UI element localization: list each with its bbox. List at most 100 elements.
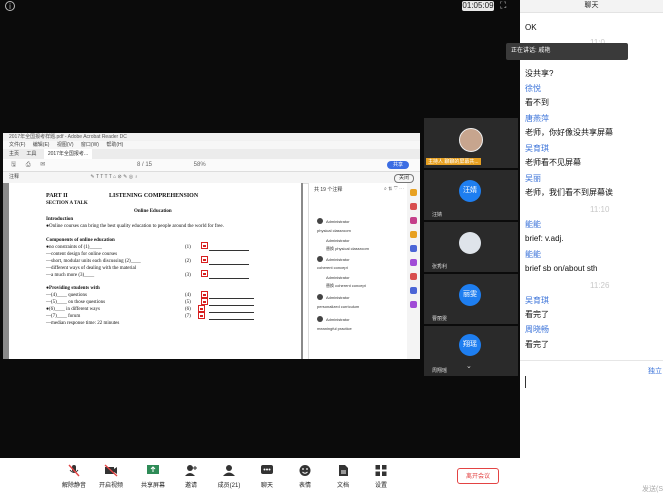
share-screen-icon xyxy=(147,465,159,474)
comment-marker-icon[interactable] xyxy=(201,270,208,277)
share-screen-button[interactable]: 共享屏幕 xyxy=(135,464,171,489)
comment-author: Administrator xyxy=(326,317,350,322)
comment-avatar-icon xyxy=(317,218,323,224)
tool-icon[interactable] xyxy=(410,259,417,266)
doc-prov-line: —median response time: 22 minutes xyxy=(46,321,120,326)
tool-icon[interactable] xyxy=(410,273,417,280)
chat-message: 老师，你好像没共享屏幕 xyxy=(525,128,613,137)
comment-avatar-icon xyxy=(317,256,323,262)
comment-author: Administrator xyxy=(326,219,350,224)
answer-line xyxy=(209,305,254,306)
chat-sender: 吴育琪 xyxy=(525,144,549,153)
private-chat-link[interactable]: 独立 xyxy=(648,366,662,376)
tab-tools[interactable]: 工具 xyxy=(26,149,36,159)
doc-part: PART II xyxy=(46,193,68,199)
comments-panel: 共 19 个注释 ⌕ ⇅ ▽ ⋯ Administrator physical … xyxy=(308,183,409,359)
participant-tile[interactable]: 张秀利 xyxy=(424,222,518,272)
pdf-share-button[interactable]: 共享 xyxy=(387,161,409,169)
documents-button[interactable]: 文档 xyxy=(325,464,361,489)
pdf-close-button[interactable]: 关闭 xyxy=(394,174,414,183)
avatar: 汪婧 xyxy=(459,180,481,202)
comment-marker-icon[interactable] xyxy=(201,242,208,249)
tool-icon[interactable] xyxy=(410,189,417,196)
tool-icon[interactable] xyxy=(410,301,417,308)
chevron-down-icon[interactable]: ⌄ xyxy=(466,362,472,370)
participant-name: 汪婧 xyxy=(432,212,443,218)
comment-marker-icon[interactable] xyxy=(201,291,208,298)
answer-number: (5) xyxy=(185,300,191,305)
comment-author: Administrator xyxy=(326,238,350,243)
emoji-button[interactable]: 表情 xyxy=(287,464,323,489)
comment-text[interactable]: meaningful practice xyxy=(317,326,352,331)
answer-line xyxy=(209,278,249,279)
comment-marker-icon[interactable] xyxy=(198,305,205,312)
chat-message: 看不到 xyxy=(525,98,549,107)
chat-sender: 徐悦 xyxy=(525,84,541,93)
leave-meeting-button[interactable]: 离开会议 xyxy=(457,468,499,484)
participant-name: 张秀利 xyxy=(432,264,448,270)
chat-panel: 陈 OK 11:0 没共享? 徐悦 看不到 唐燕萍 老师，你好像没共享屏幕 吴育… xyxy=(520,0,663,495)
pdf-toolbar: 🖫 ⎙ ✉ 8 / 15 58% xyxy=(3,159,420,172)
tab-document[interactable]: 2017年全国报考... xyxy=(43,149,93,159)
invite-button[interactable]: 邀请 xyxy=(173,464,209,489)
comment-text[interactable]: coherent concept xyxy=(317,265,348,270)
comment-marker-icon[interactable] xyxy=(201,256,208,263)
comment-text[interactable]: personalized curriculum xyxy=(317,304,359,309)
chat-sender: 能能 xyxy=(525,250,541,259)
pdf-tabs: 主页 工具 2017年全国报考... xyxy=(3,149,420,159)
annotation-tools-icon[interactable]: ✎ T T T T ⌂ ⊘ ✎ ◎ ♁ xyxy=(90,174,138,180)
chat-input[interactable] xyxy=(523,372,643,482)
menu-file[interactable]: 文件(F) xyxy=(9,142,25,148)
doc-prov-line: —(7)____ forum xyxy=(46,314,81,319)
save-icon[interactable]: 🖫 xyxy=(11,162,16,168)
menu-edit[interactable]: 编辑(E) xyxy=(33,142,50,148)
answer-number: (3) xyxy=(185,273,191,278)
participant-tile-host[interactable]: 主持人 聊聊的屏幕共... xyxy=(424,118,518,168)
participant-tile[interactable]: 汪婧 汪婧 xyxy=(424,170,518,220)
answer-line xyxy=(209,312,254,313)
comment-text[interactable]: 替换 coherent concept xyxy=(326,283,366,289)
print-icon[interactable]: ⎙ xyxy=(26,162,31,168)
tool-icon[interactable] xyxy=(410,245,417,252)
tool-icon[interactable] xyxy=(410,231,417,238)
participant-tile[interactable]: 翔瑶 周翔瑶 ⌄ xyxy=(424,326,518,376)
participant-tile[interactable]: 丽雯 曹丽雯 xyxy=(424,274,518,324)
unmute-button[interactable]: 解除静音 xyxy=(56,464,92,489)
mail-icon[interactable]: ✉ xyxy=(40,162,45,168)
doc-comp-line: —different ways of dealing with the mate… xyxy=(46,266,137,271)
tab-home[interactable]: 主页 xyxy=(9,149,19,159)
chat-sender: 周晓畅 xyxy=(525,325,549,334)
send-button[interactable]: 发送(S xyxy=(642,484,663,494)
settings-button[interactable]: 设置 xyxy=(363,464,399,489)
comment-marker-icon[interactable] xyxy=(201,298,208,305)
zoom-level[interactable]: 58% xyxy=(194,162,206,168)
chat-sender: 唐燕萍 xyxy=(525,114,549,123)
comment-text[interactable]: 替换 physical classroom xyxy=(326,246,369,252)
menu-help[interactable]: 帮助(H) xyxy=(106,142,123,148)
fullscreen-icon[interactable]: ⛶ xyxy=(500,0,506,11)
documents-label: 文档 xyxy=(336,483,349,489)
info-icon[interactable]: i xyxy=(5,1,15,11)
tools-side-strip xyxy=(407,183,420,359)
answer-number: (2) xyxy=(185,259,191,264)
meeting-timer: 01:05:09 xyxy=(462,1,494,11)
settings-grid-icon xyxy=(375,465,387,476)
doc-section: SECTION A TALK xyxy=(46,201,88,206)
comments-filter-icon[interactable]: ⌕ ⇅ ▽ ⋯ xyxy=(384,186,404,192)
tool-icon[interactable] xyxy=(410,287,417,294)
comment-marker-icon[interactable] xyxy=(198,312,205,319)
menu-window[interactable]: 窗口(W) xyxy=(81,142,99,148)
members-button[interactable]: 成员(21) xyxy=(211,464,247,489)
comment-author: Administrator xyxy=(326,275,350,280)
chat-button[interactable]: 聊天 xyxy=(249,464,285,489)
share-screen-label: 共享屏幕 xyxy=(140,483,165,489)
chat-icon xyxy=(261,465,273,474)
tool-icon[interactable] xyxy=(410,217,417,224)
page-number[interactable]: 8 / 15 xyxy=(137,162,152,168)
tool-icon[interactable] xyxy=(410,203,417,210)
chat-timestamp: 11:26 xyxy=(590,281,610,290)
comment-text[interactable]: physical classroom xyxy=(317,228,351,233)
start-video-button[interactable]: 开启视频 xyxy=(93,464,129,489)
chat-message: OK xyxy=(525,23,537,32)
menu-view[interactable]: 视图(V) xyxy=(57,142,74,148)
